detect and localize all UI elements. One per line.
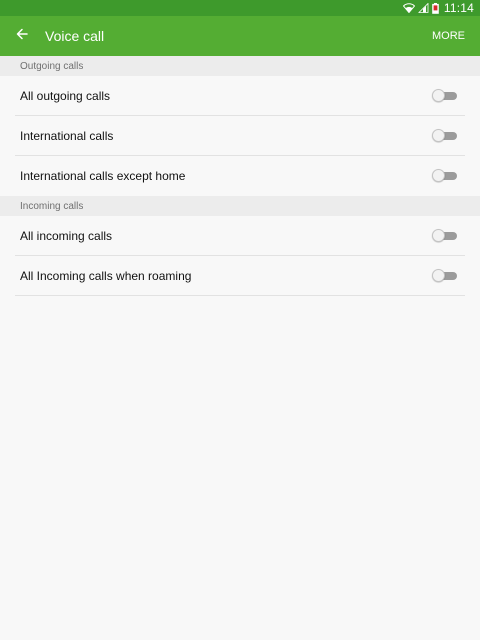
battery-icon: [432, 2, 439, 14]
toggle-thumb: [432, 268, 445, 282]
setting-label: All incoming calls: [20, 228, 113, 243]
toggle-thumb: [432, 169, 445, 182]
setting-row-international-except-home[interactable]: International calls except home: [15, 156, 465, 196]
toggle-thumb: [432, 228, 445, 242]
voice-call-screen: 11:14 Voice call MORE Outgoing calls All…: [0, 0, 480, 640]
status-time: 11:14: [443, 1, 474, 15]
page-title: Voice call: [45, 28, 105, 44]
setting-label: International calls except home: [20, 169, 186, 183]
toggle-switch[interactable]: [432, 88, 458, 103]
toggle-switch[interactable]: [432, 128, 458, 143]
setting-row-all-incoming[interactable]: All incoming calls: [15, 216, 465, 256]
setting-label: All Incoming calls when roaming: [20, 268, 192, 283]
status-icons: 11:14: [402, 1, 474, 15]
wifi-icon: [402, 3, 415, 13]
setting-row-international[interactable]: International calls: [15, 116, 465, 156]
setting-label: All outgoing calls: [20, 88, 111, 103]
section-header-incoming: Incoming calls: [0, 196, 480, 216]
toggle-thumb: [432, 88, 445, 102]
section-header-outgoing: Outgoing calls: [0, 56, 480, 76]
setting-label: International calls: [20, 128, 114, 143]
app-bar: Voice call MORE: [0, 16, 480, 56]
setting-row-incoming-roaming[interactable]: All Incoming calls when roaming: [15, 256, 465, 296]
toggle-switch[interactable]: [432, 169, 458, 183]
toggle-switch[interactable]: [432, 228, 458, 243]
toggle-thumb: [432, 128, 445, 142]
setting-row-all-outgoing[interactable]: All outgoing calls: [15, 76, 465, 116]
toggle-switch[interactable]: [432, 268, 458, 283]
status-bar: 11:14: [0, 0, 480, 16]
arrow-left-icon: [16, 27, 28, 45]
back-button[interactable]: [0, 16, 44, 56]
signal-icon: [417, 3, 429, 13]
more-button[interactable]: MORE: [417, 16, 480, 56]
